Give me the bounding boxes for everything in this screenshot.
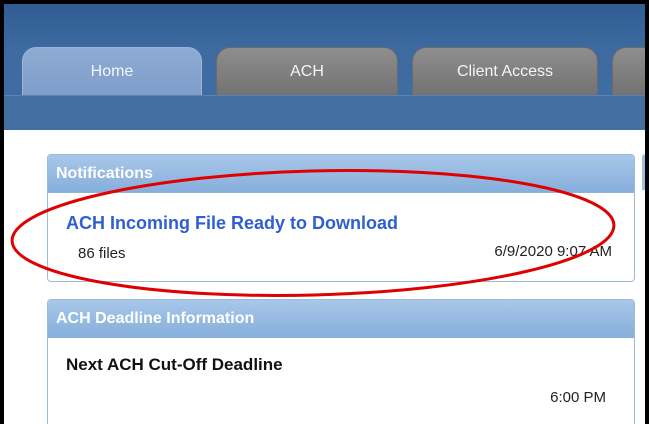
notification-timestamp: 6/9/2020 9:07 AM [494, 243, 612, 260]
deadline-time: 6:00 PM [550, 389, 606, 406]
notifications-header: Notifications [48, 155, 634, 193]
deadline-panel: ACH Deadline Information Next ACH Cut-Of… [47, 299, 635, 424]
tab-ach-label: ACH [290, 62, 324, 80]
notifications-panel: Notifications ACH Incoming File Ready to… [47, 154, 635, 282]
tab-home[interactable]: Home [22, 47, 202, 95]
app-window: Home ACH Client Access Notifications ACH… [4, 4, 645, 424]
tab-overflow[interactable] [612, 47, 645, 95]
tab-ach[interactable]: ACH [216, 47, 398, 95]
sub-navigation-bar [4, 95, 645, 130]
tab-client-access-label: Client Access [456, 62, 554, 80]
tab-home-label: Home [90, 62, 134, 80]
notification-file-count: 86 files [78, 245, 126, 262]
notification-link[interactable]: ACH Incoming File Ready to Download [66, 213, 398, 234]
tab-client-access[interactable]: Client Access [412, 47, 598, 95]
deadline-title: Next ACH Cut-Off Deadline [66, 355, 283, 374]
side-panel-edge [642, 154, 645, 190]
deadline-header: ACH Deadline Information [48, 300, 634, 338]
